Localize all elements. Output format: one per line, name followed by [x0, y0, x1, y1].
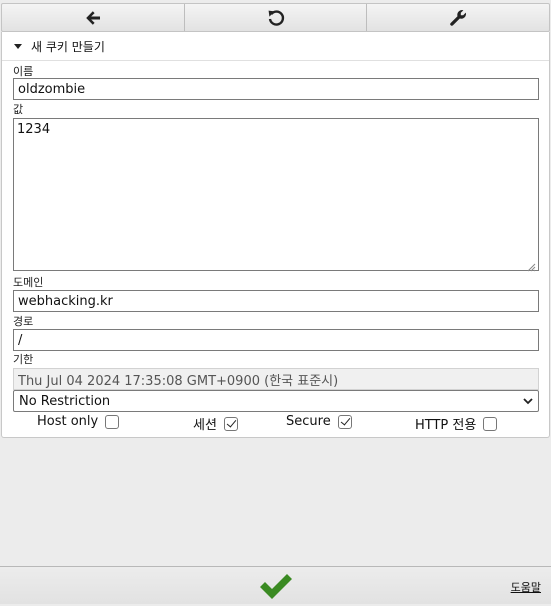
- host-only-option[interactable]: Host only: [37, 414, 120, 429]
- expires-label: 기한: [13, 353, 34, 366]
- cookie-editor-window: 새 쿠키 만들기 이름 값 1234 도메인 경로 기한 No Restrict…: [0, 0, 551, 604]
- path-field[interactable]: [13, 329, 539, 351]
- help-link[interactable]: 도움말: [511, 579, 541, 595]
- cookie-flags: Host only 세션 Secure HTTP 전용: [2, 412, 551, 434]
- wrench-icon: [450, 9, 467, 26]
- new-cookie-panel: 새 쿠키 만들기 이름 값 1234 도메인 경로 기한 No Restrict…: [1, 32, 550, 438]
- session-label: 세션: [193, 418, 217, 433]
- restriction-select[interactable]: No Restriction: [13, 390, 539, 412]
- session-checkbox[interactable]: [223, 416, 238, 431]
- secure-option[interactable]: Secure: [286, 414, 352, 429]
- domain-field[interactable]: [13, 290, 539, 312]
- secure-label: Secure: [286, 414, 331, 429]
- settings-button[interactable]: [366, 4, 549, 31]
- resize-grip-icon[interactable]: [526, 262, 536, 272]
- section-title: 새 쿠키 만들기: [31, 39, 105, 54]
- refresh-button[interactable]: [183, 4, 367, 31]
- refresh-icon: [268, 9, 284, 26]
- name-label: 이름: [13, 65, 34, 78]
- domain-label: 도메인: [13, 276, 44, 289]
- toolbar: [1, 3, 550, 32]
- http-only-checkbox[interactable]: [483, 416, 498, 431]
- value-label: 값: [13, 103, 24, 116]
- bottom-bar: 도움말: [0, 566, 551, 604]
- arrow-left-icon: [86, 10, 100, 25]
- restriction-selected-value: No Restriction: [19, 393, 111, 409]
- host-only-checkbox[interactable]: [105, 414, 120, 429]
- collapse-triangle-icon: [14, 43, 22, 49]
- host-only-label: Host only: [37, 414, 99, 429]
- confirm-button[interactable]: [257, 572, 295, 602]
- http-only-label: HTTP 전용: [415, 418, 477, 433]
- expires-field: [13, 368, 539, 390]
- checkmark-icon: [260, 574, 292, 599]
- secure-checkbox[interactable]: [337, 414, 352, 429]
- session-option[interactable]: 세션: [193, 414, 238, 433]
- value-field[interactable]: 1234: [13, 118, 539, 271]
- http-only-option[interactable]: HTTP 전용: [415, 414, 498, 433]
- path-label: 경로: [13, 315, 34, 328]
- back-button[interactable]: [2, 4, 184, 31]
- name-field[interactable]: [13, 78, 539, 100]
- chevron-down-icon: [523, 398, 533, 405]
- new-cookie-section-toggle[interactable]: 새 쿠키 만들기: [2, 32, 549, 61]
